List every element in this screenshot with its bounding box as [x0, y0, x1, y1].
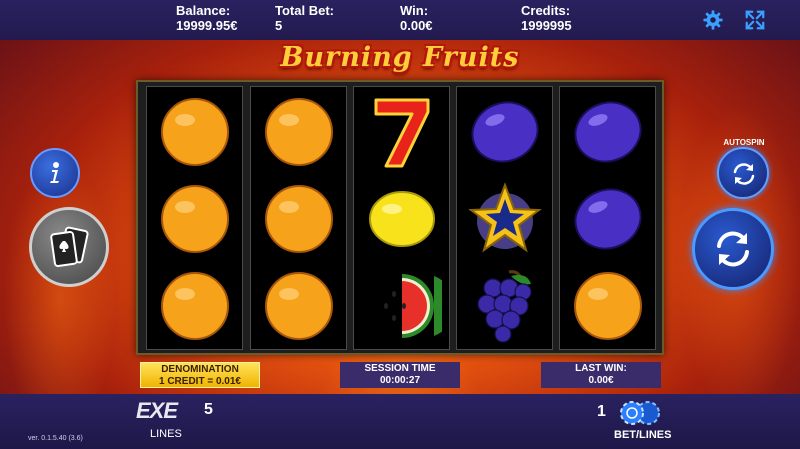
balance-stat: Balance: 19999.95€ — [176, 3, 237, 33]
reel-3 — [353, 86, 450, 350]
gamble-button[interactable] — [29, 207, 109, 287]
win-value: 0.00€ — [400, 18, 433, 33]
chips-icon[interactable] — [618, 400, 662, 426]
last-win-value: 0.00€ — [588, 375, 614, 386]
session-time-label: SESSION TIME — [364, 363, 436, 374]
bet-value[interactable]: 1 — [597, 403, 606, 421]
win-label: Win: — [400, 3, 429, 18]
star-symbol — [468, 182, 542, 253]
total-bet-label: Total Bet: — [275, 3, 334, 18]
cards-icon — [50, 226, 89, 267]
fullscreen-icon[interactable] — [744, 9, 766, 31]
credits-label: Credits: — [521, 3, 571, 18]
total-bet-value: 5 — [275, 18, 283, 33]
bet-lines-label: BET/LINES — [614, 429, 672, 441]
last-win-label: LAST WIN: — [575, 363, 627, 374]
spin-button[interactable] — [692, 208, 774, 290]
lines-label: LINES — [150, 428, 182, 440]
session-time-panel: SESSION TIME 00:00:27 — [340, 362, 460, 388]
orange-symbol — [161, 98, 229, 166]
win-stat: Win: 0.00€ — [400, 3, 433, 33]
denomination-value: 1 CREDIT = 0.01€ — [159, 376, 241, 387]
session-time-value: 00:00:27 — [379, 375, 421, 386]
top-bar: Balance: 19999.95€ Total Bet: 5 Win: 0.0… — [0, 0, 800, 40]
plum-symbol — [471, 101, 539, 163]
info-button[interactable] — [30, 148, 80, 198]
autospin-label: AUTOSPIN — [723, 138, 765, 147]
lines-logo: EXE — [136, 398, 178, 423]
orange-symbol — [574, 272, 642, 340]
reel-2 — [250, 86, 347, 350]
reel-area — [136, 80, 664, 355]
plum-symbol — [574, 101, 642, 163]
gear-icon[interactable] — [702, 9, 724, 31]
denomination-label: DENOMINATION — [161, 364, 239, 375]
orange-symbol — [265, 98, 333, 166]
credits-value: 1999995 — [521, 18, 572, 33]
spin-icon — [717, 231, 749, 267]
lines-value[interactable]: 5 — [204, 401, 213, 419]
seven-symbol — [374, 98, 430, 168]
autospin-button[interactable] — [717, 147, 769, 199]
game-title: Burning Fruits — [280, 42, 520, 73]
orange-symbol — [161, 272, 229, 340]
balance-label: Balance: — [176, 3, 231, 18]
reel-4 — [456, 86, 553, 350]
info-icon — [50, 162, 59, 183]
plum-symbol — [574, 188, 642, 250]
version-text: ver. 0.1.5.40 (3.6) — [28, 435, 83, 442]
balance-value: 19999.95€ — [176, 18, 238, 33]
reel-1 — [146, 86, 243, 350]
total-bet-stat: Total Bet: 5 — [275, 3, 334, 33]
last-win-panel: LAST WIN: 0.00€ — [541, 362, 661, 388]
lemon-symbol — [369, 191, 435, 247]
denomination-panel[interactable]: DENOMINATION 1 CREDIT = 0.01€ — [140, 362, 260, 388]
watermelon-symbol — [384, 274, 442, 338]
autospin-icon — [733, 163, 755, 185]
orange-symbol — [265, 272, 333, 340]
credits-stat: Credits: 1999995 — [521, 3, 572, 33]
grapes-symbol — [477, 270, 532, 343]
orange-symbol — [161, 185, 229, 253]
reel-5 — [559, 86, 656, 350]
orange-symbol — [265, 185, 333, 253]
bottom-bar: EXE 5 LINES 1 BET/LINES ver. 0.1.5.40 (3… — [0, 394, 800, 449]
